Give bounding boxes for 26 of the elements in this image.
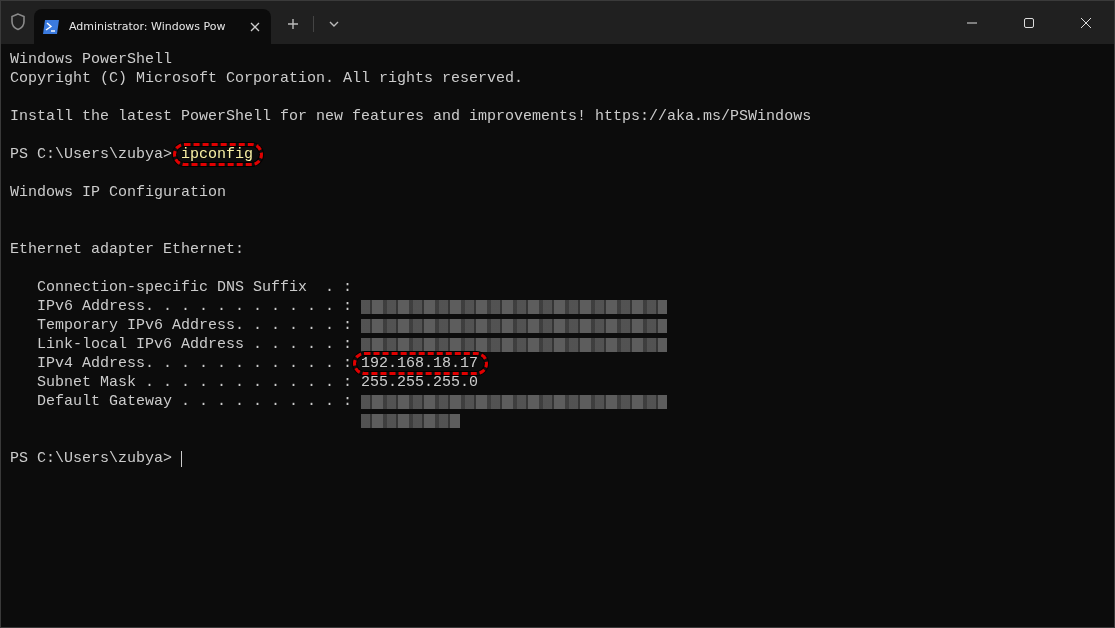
terminal-tab[interactable]: Administrator: Windows Pow <box>34 9 271 44</box>
field-label: IPv6 Address. . . . . . . . . . . : <box>36 297 354 316</box>
output-line: Install the latest PowerShell for new features and improvements! https://aka.ms/PSWindows <box>10 107 812 126</box>
field-label: IPv4 Address. . . . . . . . . . . : <box>36 354 354 373</box>
prompt-text: PS C:\Users\zubya> <box>10 449 173 468</box>
field-label: Temporary IPv6 Address. . . . . . : <box>36 316 354 335</box>
output-line: Copyright (C) Microsoft Corporation. All rights reserved. <box>10 69 524 88</box>
output-line: Windows PowerShell <box>10 50 173 69</box>
command-text: ipconfig <box>181 146 254 163</box>
output-line: Windows IP Configuration <box>10 183 227 202</box>
field-value: 255.255.255.0 <box>361 373 479 392</box>
close-icon[interactable] <box>249 20 261 33</box>
prompt-text: PS C:\Users\zubya> <box>10 145 173 164</box>
close-icon <box>1080 17 1091 28</box>
field-label: Connection-specific DNS Suffix . : <box>36 278 354 297</box>
output-line: Ethernet adapter Ethernet: <box>10 240 245 259</box>
shield-icon <box>10 13 26 31</box>
chevron-down-icon[interactable] <box>328 20 340 28</box>
plus-icon[interactable] <box>287 18 299 30</box>
maximize-icon <box>1023 17 1034 28</box>
tab-title: Administrator: Windows Pow <box>69 20 227 33</box>
powershell-icon <box>43 19 59 34</box>
field-label: Default Gateway . . . . . . . . . : <box>36 392 354 411</box>
field-label: Link-local IPv6 Address . . . . . : <box>36 335 354 354</box>
field-value: 192.168.18.17 <box>361 355 479 372</box>
field-label: Subnet Mask . . . . . . . . . . . : <box>36 373 354 392</box>
